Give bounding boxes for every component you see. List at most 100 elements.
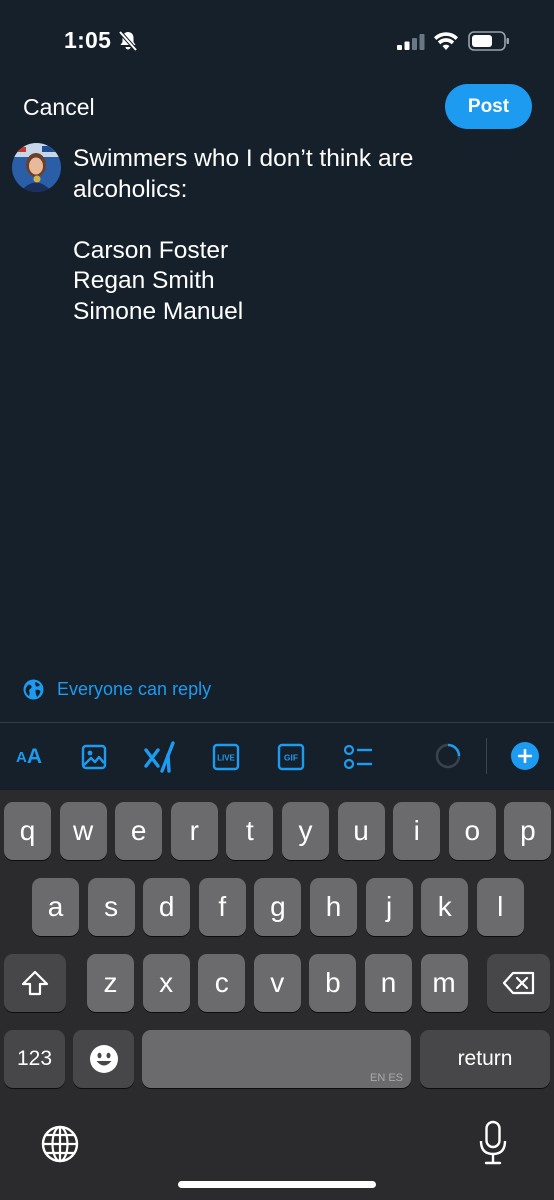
key-h[interactable]: h bbox=[310, 878, 357, 936]
emoji-key[interactable] bbox=[73, 1030, 134, 1088]
key-b[interactable]: b bbox=[309, 954, 357, 1012]
key-m[interactable]: m bbox=[420, 954, 468, 1012]
poll-button[interactable] bbox=[343, 740, 373, 774]
key-p[interactable]: p bbox=[504, 802, 552, 860]
key-label: p bbox=[520, 815, 536, 846]
text-format-label-large: A bbox=[26, 745, 42, 768]
key-y[interactable]: y bbox=[282, 802, 329, 860]
compose-toolbar: AA LIVE GIF bbox=[0, 723, 554, 790]
key-label: w bbox=[72, 815, 94, 846]
key-label: g bbox=[270, 891, 286, 922]
add-post-button[interactable] bbox=[511, 742, 539, 770]
key-v[interactable]: v bbox=[253, 954, 301, 1012]
return-key[interactable]: return bbox=[420, 1030, 550, 1088]
space-key[interactable]: EN ES bbox=[142, 1030, 411, 1088]
key-label: c bbox=[214, 967, 229, 998]
key-d[interactable]: d bbox=[143, 878, 191, 936]
post-button[interactable]: Post bbox=[445, 84, 532, 129]
post-text-input[interactable]: Swimmers who I don’t think are alcoholic… bbox=[73, 144, 513, 327]
key-label: j bbox=[385, 891, 393, 922]
key-label: s bbox=[104, 891, 119, 922]
bell-muted-icon bbox=[118, 30, 138, 52]
backspace-icon bbox=[502, 971, 534, 995]
cancel-button[interactable]: Cancel bbox=[23, 94, 95, 121]
key-label: f bbox=[218, 891, 227, 922]
key-label: l bbox=[497, 891, 504, 922]
key-label: m bbox=[432, 967, 456, 998]
key-j[interactable]: j bbox=[365, 878, 413, 936]
status-time: 1:05 bbox=[64, 27, 112, 53]
image-button[interactable] bbox=[80, 740, 108, 774]
key-label: e bbox=[130, 815, 147, 846]
key-q[interactable]: q bbox=[4, 802, 51, 860]
emoji-icon bbox=[89, 1045, 118, 1073]
reply-setting-button[interactable]: Everyone can reply bbox=[23, 676, 211, 702]
key-x[interactable]: x bbox=[142, 954, 190, 1012]
key-label: r bbox=[189, 815, 199, 846]
key-t[interactable]: t bbox=[226, 802, 274, 860]
key-label: n bbox=[380, 967, 397, 998]
toolbar-separator bbox=[486, 738, 487, 774]
key-f[interactable]: f bbox=[198, 878, 246, 936]
globe-icon[interactable] bbox=[40, 1124, 80, 1164]
text-format-button[interactable]: AA bbox=[13, 740, 45, 774]
key-label: k bbox=[437, 891, 452, 922]
space-language-hint: EN ES bbox=[369, 1072, 403, 1084]
key-label: h bbox=[325, 891, 342, 922]
avatar-image bbox=[12, 143, 61, 192]
reply-setting-label: Everyone can reply bbox=[57, 678, 212, 699]
shift-key[interactable] bbox=[4, 954, 66, 1012]
key-e[interactable]: e bbox=[115, 802, 163, 860]
key-label: v bbox=[270, 967, 285, 998]
numbers-key[interactable]: 123 bbox=[4, 1030, 65, 1088]
key-c[interactable]: c bbox=[198, 954, 246, 1012]
home-indicator bbox=[178, 1181, 376, 1188]
key-label: t bbox=[246, 815, 254, 846]
cellular-signal-icon bbox=[397, 34, 425, 50]
plus-icon bbox=[518, 749, 532, 763]
key-l[interactable]: l bbox=[476, 878, 524, 936]
gif-icon: GIF bbox=[277, 743, 305, 771]
poll-icon bbox=[343, 744, 372, 770]
image-icon bbox=[81, 744, 107, 770]
key-o[interactable]: o bbox=[448, 802, 496, 860]
key-a[interactable]: a bbox=[32, 878, 79, 936]
key-g[interactable]: g bbox=[254, 878, 302, 936]
grok-icon bbox=[144, 741, 175, 773]
key-w[interactable]: w bbox=[59, 802, 107, 860]
live-icon: LIVE bbox=[212, 743, 240, 771]
key-label: a bbox=[47, 891, 64, 922]
numbers-key-label: 123 bbox=[16, 1047, 53, 1070]
text-format-label-small: A bbox=[15, 748, 27, 766]
key-label: q bbox=[19, 815, 36, 846]
character-progress-icon bbox=[435, 743, 461, 769]
key-label: x bbox=[159, 967, 174, 998]
key-u[interactable]: u bbox=[337, 802, 385, 860]
keyboard: q w e r t y u i o p a s d f g h j k l z x c v b n m 123 EN ES r… bbox=[0, 790, 554, 1200]
live-label: LIVE bbox=[217, 754, 235, 763]
status-bar: 1:05 bbox=[0, 0, 554, 84]
key-label: u bbox=[353, 815, 369, 846]
key-s[interactable]: s bbox=[87, 878, 135, 936]
key-label: y bbox=[298, 815, 313, 846]
key-label: b bbox=[325, 967, 341, 998]
microphone-icon[interactable] bbox=[478, 1120, 508, 1166]
globe-icon bbox=[23, 679, 44, 699]
key-label: o bbox=[464, 815, 481, 846]
wifi-icon bbox=[434, 32, 458, 50]
key-k[interactable]: k bbox=[421, 878, 469, 936]
gif-button[interactable]: GIF bbox=[277, 740, 305, 774]
grok-button[interactable] bbox=[144, 740, 176, 774]
delete-key[interactable] bbox=[487, 954, 550, 1012]
avatar[interactable] bbox=[12, 143, 61, 192]
key-i[interactable]: i bbox=[393, 802, 441, 860]
live-button[interactable]: LIVE bbox=[212, 740, 240, 774]
key-label: d bbox=[158, 891, 175, 922]
shift-icon bbox=[21, 970, 49, 996]
gif-label: GIF bbox=[284, 753, 298, 763]
key-r[interactable]: r bbox=[170, 802, 218, 860]
key-z[interactable]: z bbox=[87, 954, 134, 1012]
return-key-label: return bbox=[457, 1047, 513, 1070]
battery-icon bbox=[468, 31, 509, 51]
key-n[interactable]: n bbox=[365, 954, 412, 1012]
